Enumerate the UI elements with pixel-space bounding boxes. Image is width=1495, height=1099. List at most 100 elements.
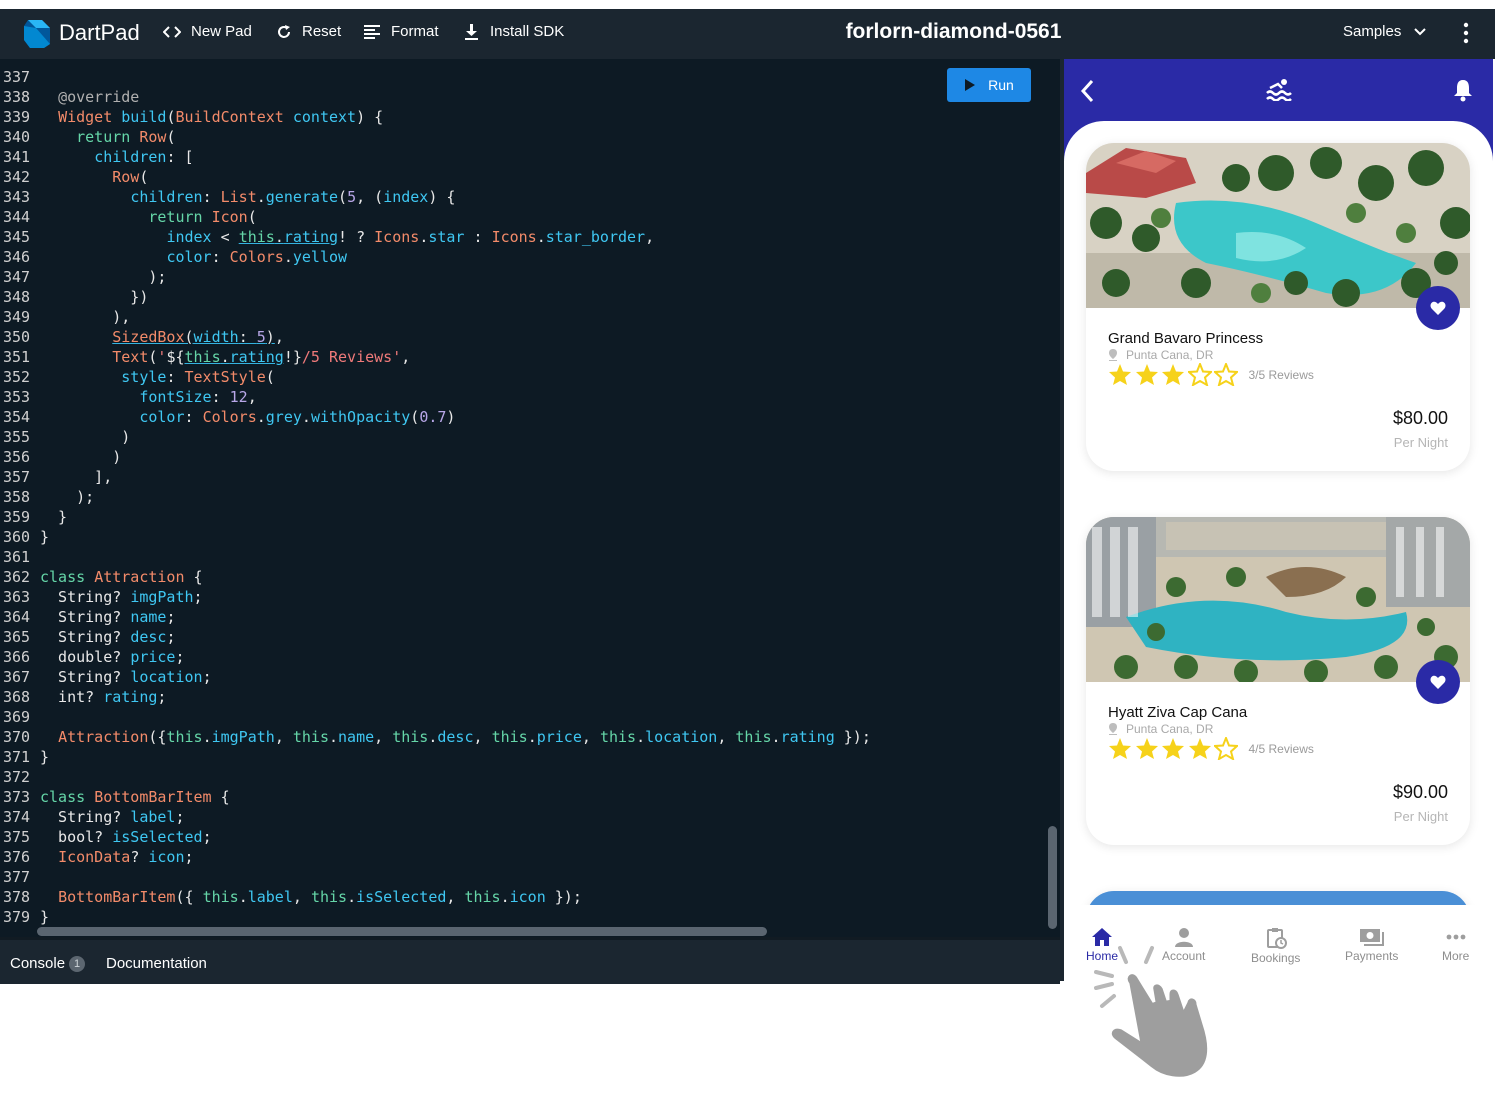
code-line[interactable]: 379} — [0, 907, 49, 927]
console-tab[interactable]: Console 1 — [10, 955, 86, 972]
code-line[interactable]: 369 — [0, 707, 36, 727]
line-number: 370 — [3, 728, 31, 746]
code-line[interactable]: 363 String? imgPath; — [0, 587, 203, 607]
line-number: 352 — [3, 368, 31, 386]
star-icon — [1162, 738, 1184, 759]
code-line[interactable]: 342 Row( — [0, 167, 148, 187]
code-line[interactable]: 355 ) — [0, 427, 130, 447]
line-number: 377 — [3, 868, 31, 886]
nav-item-more[interactable]: More — [1442, 927, 1469, 963]
line-number: 356 — [3, 448, 31, 466]
code-line[interactable]: 340 return Row( — [0, 127, 175, 147]
code-line[interactable]: 367 String? location; — [0, 667, 212, 687]
reviews-text: 3/5 Reviews — [1248, 367, 1314, 382]
code-line[interactable]: 370 Attraction({this.imgPath, this.name,… — [0, 727, 871, 747]
code-line[interactable]: 356 ) — [0, 447, 121, 467]
heart-icon — [1430, 675, 1446, 689]
line-number: 346 — [3, 248, 31, 266]
code-line[interactable]: 354 color: Colors.grey.withOpacity(0.7) — [0, 407, 455, 427]
code-text: ); — [40, 488, 95, 506]
code-line[interactable]: 366 double? price; — [0, 647, 185, 667]
hotel-price: $80.00 — [1392, 408, 1448, 428]
notification-bell-icon[interactable] — [1453, 78, 1473, 102]
code-text: return Row( — [76, 128, 176, 146]
code-line[interactable]: 337 — [0, 67, 36, 87]
code-line[interactable]: 352 style: TextStyle( — [0, 367, 275, 387]
star-icon — [1188, 738, 1211, 759]
code-line[interactable]: 341 children: [ — [0, 147, 194, 167]
line-number: 373 — [3, 788, 31, 806]
code-line[interactable]: 350 SizedBox(width: 5), — [0, 327, 284, 347]
code-text: children: List.generate(5, (index) { — [130, 188, 456, 206]
console-label: Console — [10, 955, 66, 972]
code-line[interactable]: 338 @override — [0, 87, 139, 107]
code-line[interactable]: 362 class Attraction { — [0, 567, 203, 587]
favorite-button[interactable] — [1416, 660, 1460, 704]
line-number: 359 — [3, 508, 31, 526]
code-line[interactable]: 374 String? label; — [0, 807, 185, 827]
code-line[interactable]: 365 String? desc; — [0, 627, 175, 647]
code-line[interactable]: 375 bool? isSelected; — [0, 827, 212, 847]
app-preview: Grand Bavaro Princess Punta Cana, DR 3/5… — [1064, 59, 1493, 981]
documentation-tab[interactable]: Documentation — [106, 955, 207, 972]
code-line[interactable]: 349 ), — [0, 307, 130, 327]
code-line[interactable]: 348 }) — [0, 287, 148, 307]
code-text: String? name; — [40, 608, 176, 626]
more-vert-icon[interactable] — [1458, 22, 1474, 44]
code-text: ), — [40, 308, 131, 326]
code-line[interactable]: 377 — [0, 867, 36, 887]
code-line[interactable]: 344 return Icon( — [0, 207, 257, 227]
line-number: 361 — [3, 548, 31, 566]
line-number: 367 — [3, 668, 31, 686]
code-line[interactable]: 361 — [0, 547, 36, 567]
code-line[interactable]: 343 children: List.generate(5, (index) { — [0, 187, 455, 207]
code-line[interactable]: 357 ], — [0, 467, 112, 487]
run-button[interactable]: Run — [947, 68, 1031, 102]
code-line[interactable]: 372 — [0, 767, 36, 787]
pool-icon — [1266, 79, 1292, 101]
console-bar: Console 1 Documentation — [0, 937, 1060, 984]
code-line[interactable]: 346 color: Colors.yellow — [0, 247, 347, 267]
code-text: class BottomBarItem { — [40, 788, 230, 806]
favorite-button[interactable] — [1416, 286, 1460, 330]
code-text: Widget build(BuildContext context) { — [58, 108, 384, 126]
code-text: IconData? icon; — [58, 848, 194, 866]
nav-item-payments[interactable]: Payments — [1345, 927, 1398, 963]
line-number: 347 — [3, 268, 31, 286]
back-arrow-icon[interactable] — [1080, 79, 1096, 103]
nav-item-bookings[interactable]: Bookings — [1251, 927, 1300, 965]
hotel-card[interactable]: Grand Bavaro Princess Punta Cana, DR 3/5… — [1086, 143, 1470, 471]
code-line[interactable]: 358 ); — [0, 487, 94, 507]
code-line[interactable]: 373 class BottomBarItem { — [0, 787, 230, 807]
line-number: 350 — [3, 328, 31, 346]
editor-vertical-scrollbar[interactable] — [1048, 826, 1057, 929]
code-line[interactable]: 351 Text('${this.rating!}/5 Reviews', — [0, 347, 410, 367]
code-line[interactable]: 345 index < this.rating! ? Icons.star : … — [0, 227, 654, 247]
line-number: 339 — [3, 108, 31, 126]
code-editor[interactable]: 337 338 @override 339 Widget build(BuildCo… — [0, 59, 1060, 937]
code-text: int? rating; — [40, 688, 167, 706]
samples-dropdown[interactable]: Samples — [1343, 23, 1427, 40]
nav-label: Bookings — [1251, 951, 1301, 965]
code-line[interactable]: 371} — [0, 747, 49, 767]
editor-horizontal-scrollbar[interactable] — [37, 927, 767, 936]
code-line[interactable]: 353 fontSize: 12, — [0, 387, 257, 407]
line-number: 340 — [3, 128, 31, 146]
code-line[interactable]: 360} — [0, 527, 49, 547]
code-text: ); — [40, 268, 167, 286]
line-number: 344 — [3, 208, 31, 226]
code-line[interactable]: 359 } — [0, 507, 67, 527]
star-border-icon — [1214, 737, 1238, 760]
hotel-card[interactable]: Hyatt Ziva Cap Cana Punta Cana, DR 4/5 R… — [1086, 517, 1470, 845]
code-line[interactable]: 339 Widget build(BuildContext context) { — [0, 107, 383, 127]
nav-label: More — [1442, 949, 1470, 963]
code-line[interactable]: 378 BottomBarItem({ this.label, this.isS… — [0, 887, 582, 907]
hotel-image — [1086, 143, 1470, 308]
code-text: double? price; — [40, 648, 185, 666]
code-text: } — [40, 908, 50, 926]
code-line[interactable]: 376 IconData? icon; — [0, 847, 194, 867]
code-line[interactable]: 364 String? name; — [0, 607, 175, 627]
code-line[interactable]: 368 int? rating; — [0, 687, 166, 707]
code-line[interactable]: 347 ); — [0, 267, 166, 287]
rating-stars: 3/5 Reviews — [1108, 363, 1314, 386]
